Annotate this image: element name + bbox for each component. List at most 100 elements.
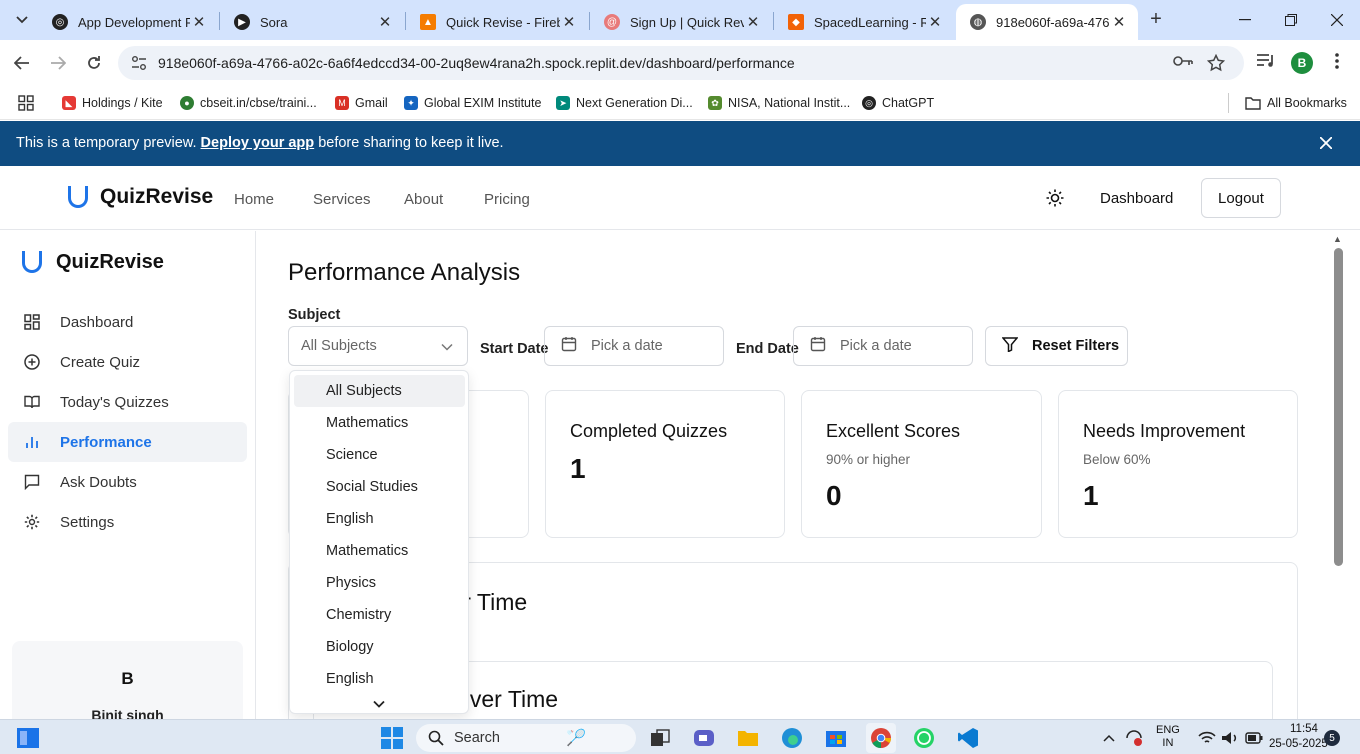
globe-icon: ◍ (970, 14, 986, 30)
browser-tab[interactable]: ◎ App Development Pl ✕ (38, 4, 218, 40)
sidebar-item-performance[interactable]: Performance (8, 422, 247, 462)
back-button[interactable] (9, 50, 35, 76)
nav-pricing[interactable]: Pricing (484, 191, 530, 208)
nav-about[interactable]: About (404, 191, 443, 208)
browser-tab[interactable]: @ Sign Up | Quick Revis ✕ (590, 4, 772, 40)
bookmark-item[interactable]: ✿ NISA, National Instit... (708, 93, 850, 113)
dropdown-option[interactable]: Chemistry (294, 599, 465, 631)
logout-button[interactable]: Logout (1201, 178, 1281, 218)
profile-avatar[interactable]: B (1291, 52, 1313, 74)
end-date-picker[interactable]: Pick a date (793, 326, 973, 366)
folder-icon (1245, 97, 1261, 110)
browser-tab[interactable]: ▲ Quick Revise - Fireba ✕ (406, 4, 588, 40)
wifi-icon[interactable] (1196, 726, 1218, 750)
sun-icon[interactable] (1046, 189, 1064, 212)
show-hidden-icons[interactable] (1100, 726, 1118, 750)
user-card[interactable]: B Binit singh (12, 641, 243, 731)
dropdown-option[interactable]: Physics (294, 567, 465, 599)
password-key-icon[interactable] (1173, 54, 1193, 72)
sidebar-brand[interactable]: QuizRevise (22, 251, 164, 273)
new-tab-button[interactable]: + (1144, 8, 1168, 32)
url-text[interactable]: 918e060f-a69a-4766-a02c-6a6f4edccd34-00-… (158, 55, 795, 71)
media-controls-icon[interactable] (1256, 52, 1276, 73)
close-tab-icon[interactable]: ✕ (190, 13, 208, 31)
taskbar-search[interactable]: Search 🏸 (416, 724, 636, 752)
site-info-icon[interactable] (130, 54, 148, 72)
restore-button[interactable] (1268, 6, 1314, 34)
sidebar-item-dashboard[interactable]: Dashboard (8, 302, 247, 342)
banner-text: This is a temporary preview. Deploy your… (16, 135, 504, 151)
reset-filters-button[interactable]: Reset Filters (985, 326, 1128, 366)
bookmark-item[interactable]: M Gmail (335, 93, 388, 113)
volume-icon[interactable] (1220, 726, 1240, 750)
tab-title: Quick Revise - Fireba (446, 14, 560, 30)
dropdown-option[interactable]: Mathematics (294, 535, 465, 567)
teams-icon[interactable] (692, 726, 716, 750)
apps-grid-icon[interactable] (18, 93, 34, 113)
input-language[interactable]: ENG IN (1156, 724, 1180, 750)
nav-services[interactable]: Services (313, 191, 371, 208)
address-bar[interactable]: 918e060f-a69a-4766-a02c-6a6f4edccd34-00-… (118, 46, 1244, 80)
browser-tab[interactable]: ▶ Sora ✕ (220, 4, 404, 40)
bookmark-item[interactable]: ◣ Holdings / Kite (62, 93, 163, 113)
close-tab-icon[interactable]: ✕ (376, 13, 394, 31)
close-tab-icon[interactable]: ✕ (744, 13, 762, 31)
widgets-icon[interactable] (16, 726, 40, 750)
all-bookmarks[interactable]: All Bookmarks (1245, 93, 1347, 113)
sidebar-item-todays-quizzes[interactable]: Today's Quizzes (8, 382, 247, 422)
bookmark-item[interactable]: ◎ ChatGPT (862, 93, 934, 113)
dropdown-option[interactable]: English (294, 503, 465, 535)
network-alert-icon[interactable] (1124, 726, 1144, 750)
browser-tab-strip: ◎ App Development Pl ✕ ▶ Sora ✕ ▲ Quick … (0, 0, 1360, 40)
bookmark-item[interactable]: ➤ Next Generation Di... (556, 93, 693, 113)
header-dashboard-link[interactable]: Dashboard (1100, 190, 1173, 207)
subject-select[interactable]: All Subjects (288, 326, 468, 366)
store-icon[interactable] (824, 726, 848, 750)
deploy-link[interactable]: Deploy your app (201, 135, 315, 151)
dropdown-option[interactable]: Social Studies (294, 471, 465, 503)
close-window-button[interactable] (1314, 6, 1360, 34)
dropdown-option[interactable]: Science (294, 439, 465, 471)
forward-button[interactable] (45, 50, 71, 76)
dropdown-option[interactable]: Mathematics (294, 407, 465, 439)
close-tab-icon[interactable]: ✕ (560, 13, 578, 31)
sidebar-item-create-quiz[interactable]: Create Quiz (8, 342, 247, 382)
nav-home[interactable]: Home (234, 191, 274, 208)
filter-icon (1001, 336, 1019, 356)
chrome-icon[interactable] (866, 723, 896, 753)
tab-search-button[interactable] (10, 8, 34, 32)
edge-icon[interactable] (780, 726, 804, 750)
windows-start-icon[interactable] (380, 726, 404, 750)
sidebar-item-settings[interactable]: Settings (8, 502, 247, 542)
close-tab-icon[interactable]: ✕ (1110, 13, 1128, 31)
brand-logo[interactable]: QuizRevise (68, 186, 213, 208)
kebab-menu-icon[interactable] (1335, 52, 1339, 75)
sidebar-item-ask-doubts[interactable]: Ask Doubts (8, 462, 247, 502)
task-view-icon[interactable] (648, 726, 672, 750)
file-explorer-icon[interactable] (736, 726, 760, 750)
vscode-icon[interactable] (956, 726, 980, 750)
dropdown-option[interactable]: All Subjects (294, 375, 465, 407)
minimize-button[interactable] (1222, 6, 1268, 34)
bookmark-item[interactable]: ✦ Global EXIM Institute (404, 93, 541, 113)
start-date-picker[interactable]: Pick a date (544, 326, 724, 366)
clock-time[interactable]: 11:54 (1290, 723, 1318, 735)
close-banner-icon[interactable] (1319, 133, 1333, 154)
clock-date[interactable]: 25-05-2025 (1269, 738, 1328, 750)
scroll-down-chevron-icon[interactable] (373, 695, 385, 713)
browser-tab-active[interactable]: ◍ 918e060f-a69a-4766 ✕ (956, 4, 1138, 40)
scroll-up-arrow-icon[interactable]: ▲ (1333, 234, 1342, 244)
reload-button[interactable] (81, 50, 107, 76)
browser-tab[interactable]: ◆ SpacedLearning - Rep ✕ (774, 4, 954, 40)
notification-badge[interactable]: 5 (1324, 730, 1340, 746)
bookmark-item[interactable]: ● cbseit.in/cbse/traini... (180, 93, 317, 113)
dropdown-option[interactable]: English (294, 663, 465, 695)
bookmark-star-icon[interactable] (1206, 53, 1226, 76)
arrow-logo-icon: ➤ (556, 96, 570, 110)
close-tab-icon[interactable]: ✕ (926, 13, 944, 31)
whatsapp-icon[interactable] (912, 726, 936, 750)
book-icon (24, 394, 40, 410)
scrollbar-thumb[interactable] (1334, 248, 1343, 566)
dropdown-option[interactable]: Biology (294, 631, 465, 663)
battery-icon[interactable] (1244, 726, 1264, 750)
